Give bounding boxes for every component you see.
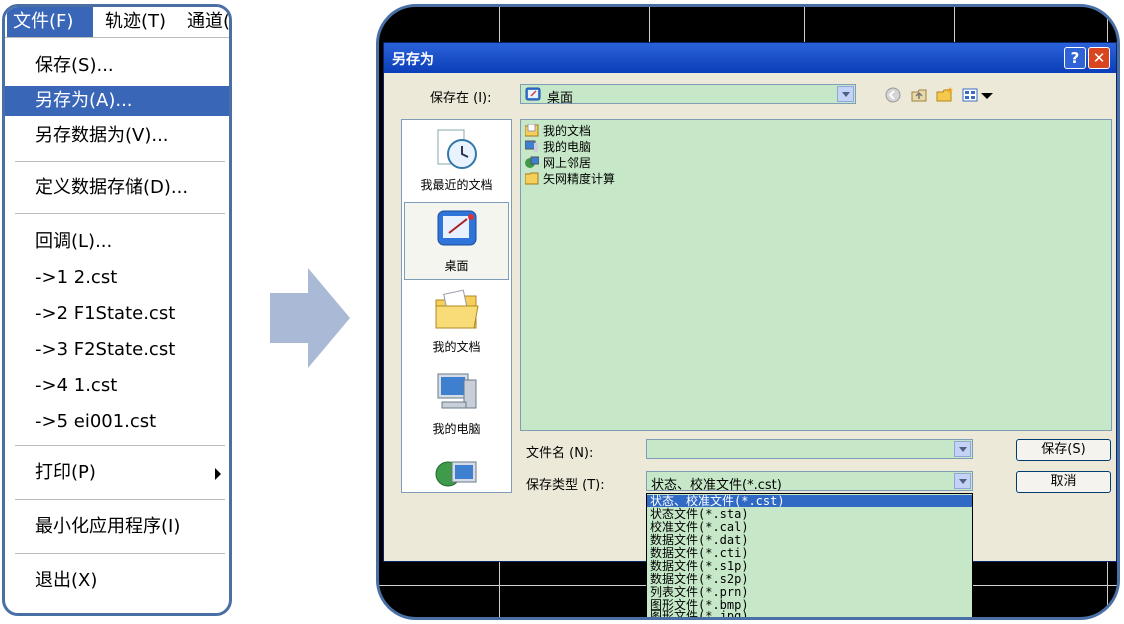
- menu-item-exit[interactable]: 退出(X): [35, 566, 229, 596]
- filetype-option[interactable]: 图形文件(*.jpg): [647, 610, 972, 617]
- right-arrow-icon: [270, 268, 350, 368]
- menu-item-define-data-storage[interactable]: 定义数据存储(D)...: [35, 173, 229, 203]
- menu-file[interactable]: 文件(F): [7, 7, 93, 37]
- filetype-option[interactable]: 数据文件(*.cti): [647, 547, 972, 559]
- new-folder-icon[interactable]: [936, 86, 954, 104]
- menu-item-recall[interactable]: 回调(L)...: [35, 227, 229, 257]
- menu-separator: [15, 445, 225, 446]
- filetype-value: 状态、校准文件(*.cst): [651, 478, 782, 493]
- place-network[interactable]: [404, 448, 509, 492]
- save-button[interactable]: 保存(S): [1016, 439, 1111, 461]
- filetype-option[interactable]: 状态文件(*.sta): [647, 508, 972, 520]
- save-in-label: 保存在 (I):: [430, 91, 492, 106]
- desktop-icon: [525, 87, 541, 101]
- menu-item-save[interactable]: 保存(S)...: [35, 51, 229, 81]
- place-label: 我的电脑: [432, 422, 481, 436]
- menu-separator: [15, 161, 225, 162]
- file-item-label: 矢网精度计算: [543, 172, 616, 186]
- filename-input[interactable]: [646, 439, 973, 459]
- filetype-option[interactable]: 列表文件(*.prn): [647, 586, 972, 598]
- close-button[interactable]: ✕: [1088, 47, 1110, 69]
- filetype-dropdown-list[interactable]: 状态、校准文件(*.cst) 状态文件(*.sta) 校准文件(*.cal) 数…: [646, 493, 973, 617]
- menu-item-recent-5[interactable]: ->5 ei001.cst: [35, 407, 229, 437]
- network-icon: [525, 156, 539, 168]
- filetype-label: 保存类型 (T):: [526, 478, 605, 493]
- filetype-option[interactable]: 数据文件(*.s1p): [647, 560, 972, 572]
- menu-separator: [15, 553, 225, 554]
- place-recent-documents[interactable]: 我最近的文档: [404, 122, 509, 200]
- menu-item-recent-4[interactable]: ->4 1.cst: [35, 371, 229, 401]
- menu-item-recent-2[interactable]: ->2 F1State.cst: [35, 299, 229, 329]
- save-in-value: 桌面: [547, 91, 574, 106]
- menu-item-minimize[interactable]: 最小化应用程序(I): [35, 512, 229, 542]
- dialog-titlebar: 另存为 ? ✕: [384, 43, 1116, 73]
- menu-item-print-label: 打印(P): [35, 462, 96, 483]
- place-desktop[interactable]: 桌面: [404, 202, 509, 280]
- menu-channel[interactable]: 通道(: [181, 7, 229, 37]
- desktop-icon: [437, 210, 477, 246]
- file-item-label: 我的电脑: [543, 140, 592, 154]
- place-label: 桌面: [444, 259, 469, 273]
- network-places-icon: [435, 461, 477, 487]
- place-label: 我的文档: [432, 340, 481, 354]
- file-menu-panel: 文件(F) 轨迹(T) 通道( 保存(S)... 另存为(A)... 另存数据为…: [2, 4, 232, 616]
- menu-item-recent-1[interactable]: ->1 2.cst: [35, 263, 229, 293]
- chevron-down-icon[interactable]: [837, 86, 854, 102]
- menu-item-save-as[interactable]: 另存为(A)...: [5, 86, 229, 116]
- menu-separator: [15, 213, 225, 214]
- menu-bar: 文件(F) 轨迹(T) 通道(: [5, 7, 229, 38]
- recent-documents-icon: [437, 129, 477, 169]
- place-my-computer[interactable]: 我的电脑: [404, 366, 509, 444]
- menu-item-recent-3[interactable]: ->3 F2State.cst: [35, 335, 229, 365]
- computer-icon: [525, 140, 538, 152]
- menu-separator: [15, 499, 225, 500]
- chevron-down-icon[interactable]: [954, 473, 971, 489]
- filename-label: 文件名 (N):: [526, 446, 594, 461]
- save-as-dialog: 另存为 ? ✕ 保存在 (I): 桌面 我最近的文档 桌面 我的文档 我的电脑 …: [383, 42, 1117, 617]
- up-folder-icon[interactable]: [910, 86, 928, 104]
- file-item-label: 我的文档: [543, 124, 592, 138]
- help-button[interactable]: ?: [1064, 47, 1086, 69]
- place-my-documents[interactable]: 我的文档: [404, 284, 509, 362]
- place-label: 我最近的文档: [420, 178, 493, 192]
- folder-icon: [525, 172, 539, 185]
- dialog-title: 另存为: [392, 52, 434, 68]
- filetype-select[interactable]: 状态、校准文件(*.cst): [646, 471, 973, 493]
- menu-track[interactable]: 轨迹(T): [99, 7, 172, 37]
- my-documents-folder-icon: [435, 289, 479, 329]
- chevron-down-icon[interactable]: [954, 441, 971, 457]
- file-list[interactable]: 我的文档 我的电脑 网上邻居 矢网精度计算: [520, 119, 1112, 431]
- view-menu-icon[interactable]: [962, 86, 980, 104]
- submenu-arrow-icon: [215, 468, 221, 480]
- filetype-option[interactable]: 校准文件(*.cal): [647, 521, 972, 533]
- save-as-dialog-screenshot: 另存为 ? ✕ 保存在 (I): 桌面 我最近的文档 桌面 我的文档 我的电脑 …: [376, 4, 1120, 620]
- save-in-combo[interactable]: 桌面: [520, 84, 856, 106]
- file-item-label: 网上邻居: [543, 156, 592, 170]
- view-dropdown-arrow-icon[interactable]: [980, 86, 994, 104]
- back-icon[interactable]: [884, 86, 902, 104]
- filetype-option[interactable]: 数据文件(*.dat): [647, 534, 972, 546]
- places-bar: 我最近的文档 桌面 我的文档 我的电脑: [401, 119, 512, 493]
- menu-item-save-data-as[interactable]: 另存数据为(V)...: [35, 121, 229, 151]
- folder-icon: [525, 124, 539, 137]
- menu-item-print[interactable]: 打印(P): [35, 458, 229, 488]
- my-computer-icon: [437, 373, 477, 409]
- filetype-option[interactable]: 数据文件(*.s2p): [647, 573, 972, 585]
- cancel-button[interactable]: 取消: [1016, 471, 1111, 493]
- filetype-option[interactable]: 状态、校准文件(*.cst): [647, 495, 972, 507]
